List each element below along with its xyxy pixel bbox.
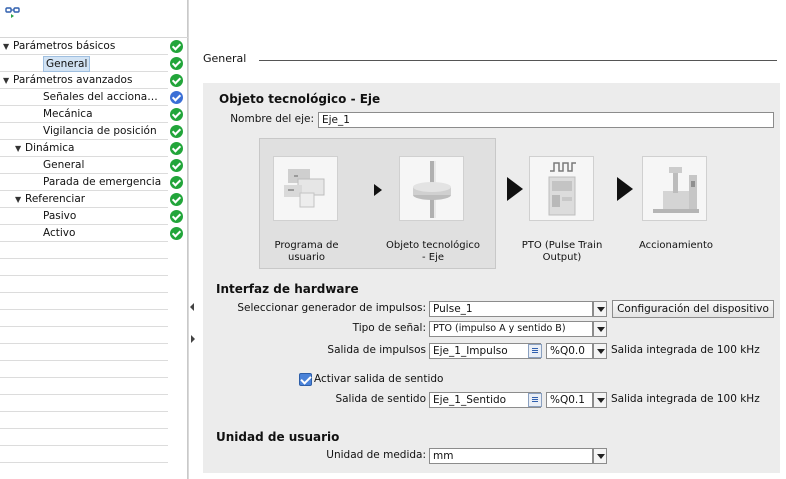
status-check-icon xyxy=(170,193,183,206)
signal-type-select[interactable]: PTO (impulso A y sentido B) xyxy=(429,321,593,337)
status-check-icon xyxy=(170,74,183,87)
status-check-icon xyxy=(170,125,183,138)
tree-item[interactable]: Vigilancia de posición xyxy=(0,123,188,140)
tree-item-label: Mecánica xyxy=(43,108,93,120)
tree-item-label: Parámetros básicos xyxy=(13,40,116,52)
section-divider xyxy=(259,60,777,61)
glasses-icon[interactable] xyxy=(5,6,21,20)
drive-icon xyxy=(653,167,699,213)
tree-item[interactable]: ▼ Parámetros básicos xyxy=(0,38,188,55)
enable-direction-checkbox[interactable] xyxy=(299,373,312,386)
tree-list: ▼ Parámetros básicos General ▼ Parámetros av… xyxy=(0,38,188,242)
user-program-icon xyxy=(284,169,325,208)
pane-splitter[interactable] xyxy=(188,0,196,479)
measure-unit-label: Unidad de medida: xyxy=(326,449,426,461)
settings-panel: Objeto tecnológico - Eje Nombre del eje:… xyxy=(203,83,780,473)
status-check-icon xyxy=(170,210,183,223)
tree-item[interactable]: General xyxy=(0,157,188,174)
caption-drive: Accionamiento xyxy=(638,240,714,251)
tree-item-label: Parámetros avanzados xyxy=(13,74,133,86)
tree-item[interactable]: ▼ Dinámica xyxy=(0,140,188,157)
direction-address-dropdown-icon[interactable] xyxy=(593,392,607,408)
tree-item-label: Parada de emergencia xyxy=(43,176,162,188)
axis-icon xyxy=(413,161,451,218)
pulse-output-list-icon[interactable] xyxy=(528,344,542,358)
tree-item[interactable]: Mecánica xyxy=(0,106,188,123)
direction-output-list-icon[interactable] xyxy=(528,393,542,407)
status-check-icon xyxy=(170,108,183,121)
tree-item[interactable]: ▼ Referenciar xyxy=(0,191,188,208)
objeto-heading: Objeto tecnológico - Eje xyxy=(219,92,381,106)
pulse-address-dropdown-icon[interactable] xyxy=(593,343,607,359)
direction-output-input[interactable]: Eje_1_Sentido xyxy=(429,392,541,408)
units-heading: Unidad de usuario xyxy=(216,430,340,444)
pulse-train-icon xyxy=(548,162,576,216)
tree-item[interactable]: Parada de emergencia xyxy=(0,174,188,191)
arrow-1-icon xyxy=(374,184,382,196)
arrow-2-icon xyxy=(507,177,523,201)
direction-output-label: Salida de sentido xyxy=(335,393,426,405)
technology-object-tile[interactable] xyxy=(399,156,464,221)
settings-content: General Objeto tecnológico - Eje Nombre … xyxy=(197,0,786,479)
enable-direction-label[interactable]: Activar salida de sentido xyxy=(314,373,443,385)
status-check-icon xyxy=(170,142,183,155)
tree-item[interactable]: Pasivo xyxy=(0,208,188,225)
tree-item-label: General xyxy=(43,56,91,72)
status-check-icon xyxy=(170,57,183,70)
pulse-output-input[interactable]: Eje_1_Impulso xyxy=(429,343,541,359)
pulse-output-label: Salida de impulsos xyxy=(327,344,426,356)
collapse-left-icon[interactable] xyxy=(190,303,194,311)
status-check-icon xyxy=(170,227,183,240)
pulse-note: Salida integrada de 100 kHz xyxy=(611,344,760,356)
status-check-icon xyxy=(170,91,183,104)
hardware-heading: Interfaz de hardware xyxy=(216,282,359,296)
direction-note: Salida integrada de 100 kHz xyxy=(611,393,760,405)
axis-name-input[interactable]: Eje_1 xyxy=(318,112,774,128)
user-program-tile[interactable] xyxy=(273,156,338,221)
status-check-icon xyxy=(170,176,183,189)
caption-user-program: Programa de usuario xyxy=(274,240,339,263)
navigation-tree: ▼ Parámetros básicos General ▼ Parámetros av… xyxy=(0,0,188,479)
direction-address-select[interactable]: %Q0.1 xyxy=(546,392,593,408)
drive-tile[interactable] xyxy=(642,156,707,221)
pto-tile[interactable] xyxy=(529,156,594,221)
tree-item-label: Señales del accionamie... xyxy=(43,91,165,103)
expand-right-icon[interactable] xyxy=(191,335,195,343)
device-config-button[interactable]: Configuración del dispositivo xyxy=(612,300,774,318)
signal-type-dropdown-icon[interactable] xyxy=(593,321,607,337)
tree-item[interactable]: General xyxy=(0,55,188,72)
expand-arrow-icon[interactable]: ▼ xyxy=(3,38,9,55)
expand-arrow-icon[interactable]: ▼ xyxy=(15,191,21,208)
tree-item-label: General xyxy=(43,159,85,171)
generator-dropdown-icon[interactable] xyxy=(593,301,607,317)
tree-item-label: Activo xyxy=(43,227,76,239)
tree-item-label: Referenciar xyxy=(25,193,86,205)
pulse-address-select[interactable]: %Q0.0 xyxy=(546,343,593,359)
status-check-icon xyxy=(170,40,183,53)
tree-item-label: Vigilancia de posición xyxy=(43,125,157,137)
caption-technology-object: Objeto tecnológico - Eje xyxy=(385,240,481,263)
measure-unit-dropdown-icon[interactable] xyxy=(593,448,607,464)
tree-item[interactable]: ▼ Parámetros avanzados xyxy=(0,72,188,89)
axis-name-label: Nombre del eje: xyxy=(230,113,314,125)
tree-item[interactable]: Señales del accionamie... xyxy=(0,89,188,106)
measure-unit-select[interactable]: mm xyxy=(429,448,593,464)
expand-arrow-icon[interactable]: ▼ xyxy=(15,140,21,157)
arrow-3-icon xyxy=(617,177,633,201)
tree-item-label: Pasivo xyxy=(43,210,77,222)
status-check-icon xyxy=(170,159,183,172)
generator-select[interactable]: Pulse_1 xyxy=(429,301,593,317)
generator-label: Seleccionar generador de impulsos: xyxy=(237,302,426,314)
caption-pto: PTO (Pulse Train Output) xyxy=(521,240,603,263)
tree-toolbar xyxy=(0,0,188,38)
expand-arrow-icon[interactable]: ▼ xyxy=(3,72,9,89)
section-title: General xyxy=(203,52,247,65)
tree-item-label: Dinámica xyxy=(25,142,75,154)
tree-item[interactable]: Activo xyxy=(0,225,188,242)
signal-type-label: Tipo de señal: xyxy=(352,322,426,334)
